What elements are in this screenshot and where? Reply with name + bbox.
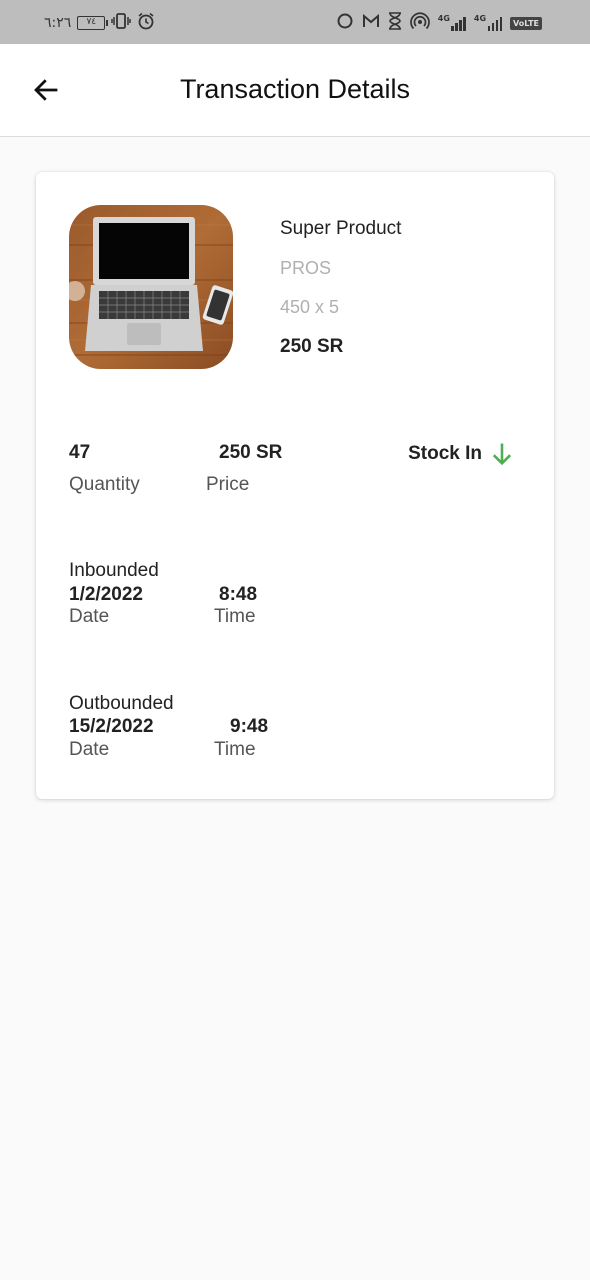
product-name: Super Product	[280, 218, 402, 239]
sync-circle-icon	[336, 12, 354, 34]
gmail-icon	[362, 13, 380, 33]
volte-badge: VoLTE	[510, 16, 542, 30]
quantity-value: 47	[69, 442, 91, 463]
quantity-label: Quantity	[69, 474, 140, 495]
inbound-time-label: Time	[214, 606, 256, 627]
hotspot-icon	[409, 12, 430, 34]
battery-level: ٧٤	[86, 17, 97, 27]
hourglass-icon	[388, 12, 402, 34]
price-value: 250 SR	[219, 442, 283, 463]
product-category: PROS	[280, 258, 332, 278]
battery-icon: ٧٤	[77, 16, 109, 30]
inbound-heading: Inbounded	[69, 560, 159, 581]
inbound-date-value: 1/2/2022	[69, 584, 143, 605]
transaction-card: Super Product PROS 450 x 5 250 SR 47 Qua…	[36, 172, 554, 799]
network-4g-label: 4G	[437, 14, 450, 23]
outbound-date-value: 15/2/2022	[69, 716, 154, 737]
status-bar-right: 4G 4G VoLTE	[336, 12, 542, 34]
outbound-heading: Outbounded	[69, 693, 174, 714]
outbound-time-value: 9:48	[230, 716, 269, 737]
inbound-time-value: 8:48	[219, 584, 258, 605]
inbound-date-label: Date	[69, 606, 110, 627]
laptop-image	[69, 205, 233, 369]
price-label: Price	[206, 474, 250, 495]
product-dimensions: 450 x 5	[280, 297, 340, 317]
stock-status: Stock In	[408, 440, 516, 468]
status-time: ٦:٢٦	[44, 15, 72, 31]
page-title: Transaction Details	[179, 74, 411, 104]
status-bar: ٦:٢٦ ٧٤ 4G 4G VoLTE	[0, 0, 590, 44]
vibrate-icon	[111, 12, 132, 34]
status-bar-left: ٦:٢٦ ٧٤	[44, 12, 155, 34]
arrow-down-icon	[492, 443, 512, 466]
alarm-icon	[137, 12, 155, 34]
outbound-time-label: Time	[214, 739, 256, 760]
stock-status-label: Stock In	[408, 443, 482, 464]
signal-1-icon: 4G	[438, 15, 466, 31]
signal-2-icon: 4G	[473, 14, 503, 31]
network-4g-label-2: 4G	[473, 14, 487, 23]
outbound-date-label: Date	[69, 739, 110, 760]
product-price: 250 SR	[280, 336, 344, 357]
app-bar: Transaction Details	[0, 44, 590, 137]
